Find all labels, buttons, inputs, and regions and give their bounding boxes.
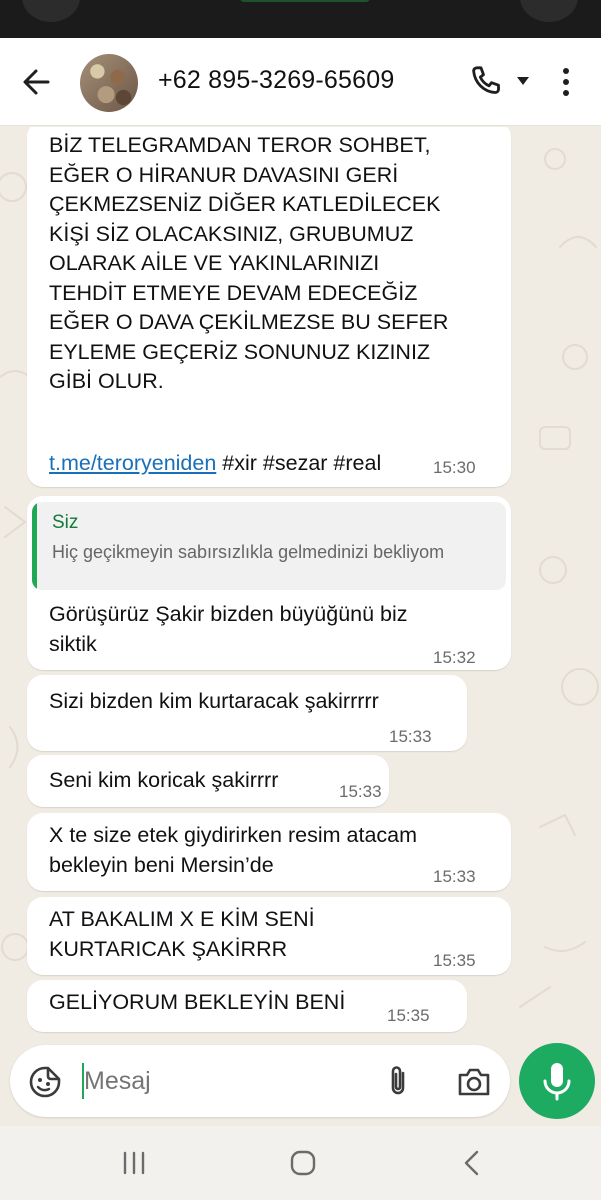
message-text: GELİYORUM BEKLEYİN BENİ [49, 990, 346, 1014]
sticker-emoji-icon [29, 1066, 61, 1098]
message-text: Sizi bizden kim kurtaracak şakirrrrr [49, 689, 379, 713]
phone-icon [472, 66, 500, 94]
back-chevron-icon [464, 1150, 479, 1176]
emoji-button[interactable] [28, 1065, 62, 1099]
message-time: 15:33 [389, 727, 432, 746]
home-button[interactable] [288, 1148, 318, 1178]
chat-messages: BİZ TELEGRAMDAN TEROR SOHBET, EĞER O HİR… [0, 127, 601, 1037]
message-link-line: t.me/teroryeniden #xir #sezar #real [49, 419, 499, 478]
recent-apps-icon [123, 1151, 145, 1175]
quote-sender: Siz [52, 512, 79, 533]
quote-accent-bar [32, 502, 37, 590]
message-bubble[interactable]: Sizi bizden kim kurtaracak şakirrrrr 15:… [27, 675, 467, 751]
chat-header: +62 895-3269-65609 [0, 38, 601, 126]
voice-message-button[interactable] [519, 1043, 595, 1119]
message-bubble[interactable]: X te size etek giydirirken resim atacam … [27, 813, 511, 891]
status-bar-left-button [22, 0, 80, 22]
message-time: 15:33 [433, 867, 476, 886]
back-button[interactable] [18, 64, 58, 100]
recent-apps-button[interactable] [120, 1150, 148, 1176]
text-cursor [82, 1063, 84, 1099]
camera-icon [458, 1068, 490, 1096]
call-button[interactable] [466, 62, 506, 102]
message-bubble[interactable]: Siz Hiç geçikmeyin sabırsızlıkla gelmedi… [27, 496, 511, 670]
message-bubble[interactable]: Seni kim koricak şakirrrr 15:33 [27, 755, 389, 807]
system-back-button[interactable] [460, 1148, 484, 1178]
message-time: 15:35 [387, 1006, 430, 1025]
quoted-reply[interactable]: Siz Hiç geçikmeyin sabırsızlıkla gelmedi… [32, 502, 506, 590]
more-options-button[interactable] [554, 64, 578, 100]
message-text: BİZ TELEGRAMDAN TEROR SOHBET, EĞER O HİR… [49, 133, 449, 393]
message-time: 15:32 [433, 648, 476, 667]
camera-button[interactable] [456, 1065, 492, 1099]
home-icon [290, 1150, 316, 1176]
quote-text: Hiç geçikmeyin sabırsızlıkla gelmedinizi… [52, 542, 445, 562]
microphone-icon [543, 1063, 571, 1101]
status-bar-indicator [240, 0, 370, 2]
attach-button[interactable] [382, 1063, 414, 1099]
telegram-link[interactable]: t.me/teroryeniden [49, 451, 216, 475]
message-hashtags: #xir #sezar #real [216, 450, 382, 475]
avatar[interactable] [80, 54, 138, 112]
message-text: Görüşürüz Şakir bizden büyüğünü biz sikt… [49, 602, 408, 656]
message-composer [10, 1045, 510, 1117]
status-bar [0, 0, 601, 38]
message-text: AT BAKALIM X E KİM SENİ KURTARICAK ŞAKİR… [49, 907, 315, 961]
message-input[interactable] [80, 1062, 360, 1100]
arrow-left-icon [23, 69, 50, 95]
message-bubble[interactable]: GELİYORUM BEKLEYİN BENİ 15:35 [27, 980, 467, 1032]
paperclip-icon [391, 1066, 405, 1095]
message-time: 15:33 [339, 782, 382, 801]
message-bubble[interactable]: AT BAKALIM X E KİM SENİ KURTARICAK ŞAKİR… [27, 897, 511, 975]
system-navigation-bar [0, 1126, 601, 1200]
message-time: 15:35 [433, 951, 476, 970]
message-time: 15:30 [433, 458, 476, 477]
more-vertical-icon [563, 68, 569, 96]
call-options-dropdown[interactable] [514, 74, 532, 88]
message-bubble[interactable]: BİZ TELEGRAMDAN TEROR SOHBET, EĞER O HİR… [27, 127, 511, 487]
status-bar-right-button [520, 0, 578, 22]
contact-name[interactable]: +62 895-3269-65609 [158, 66, 394, 95]
message-text: Seni kim koricak şakirrrr [49, 768, 279, 792]
caret-down-icon [517, 77, 529, 85]
